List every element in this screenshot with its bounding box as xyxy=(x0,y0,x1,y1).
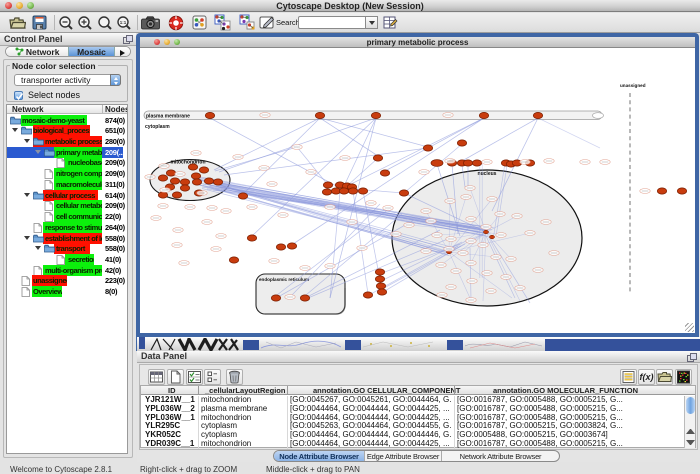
svg-text:plasma membrane: plasma membrane xyxy=(146,114,190,120)
svg-text:mitochondrion: mitochondrion xyxy=(171,160,206,166)
svg-text:unassigned: unassigned xyxy=(620,83,646,88)
svg-text:nucleus: nucleus xyxy=(478,171,497,177)
svg-text:endoplasmic reticulum: endoplasmic reticulum xyxy=(259,277,309,282)
svg-text:1:1: 1:1 xyxy=(120,20,127,25)
svg-text:cytoplasm: cytoplasm xyxy=(145,124,170,130)
